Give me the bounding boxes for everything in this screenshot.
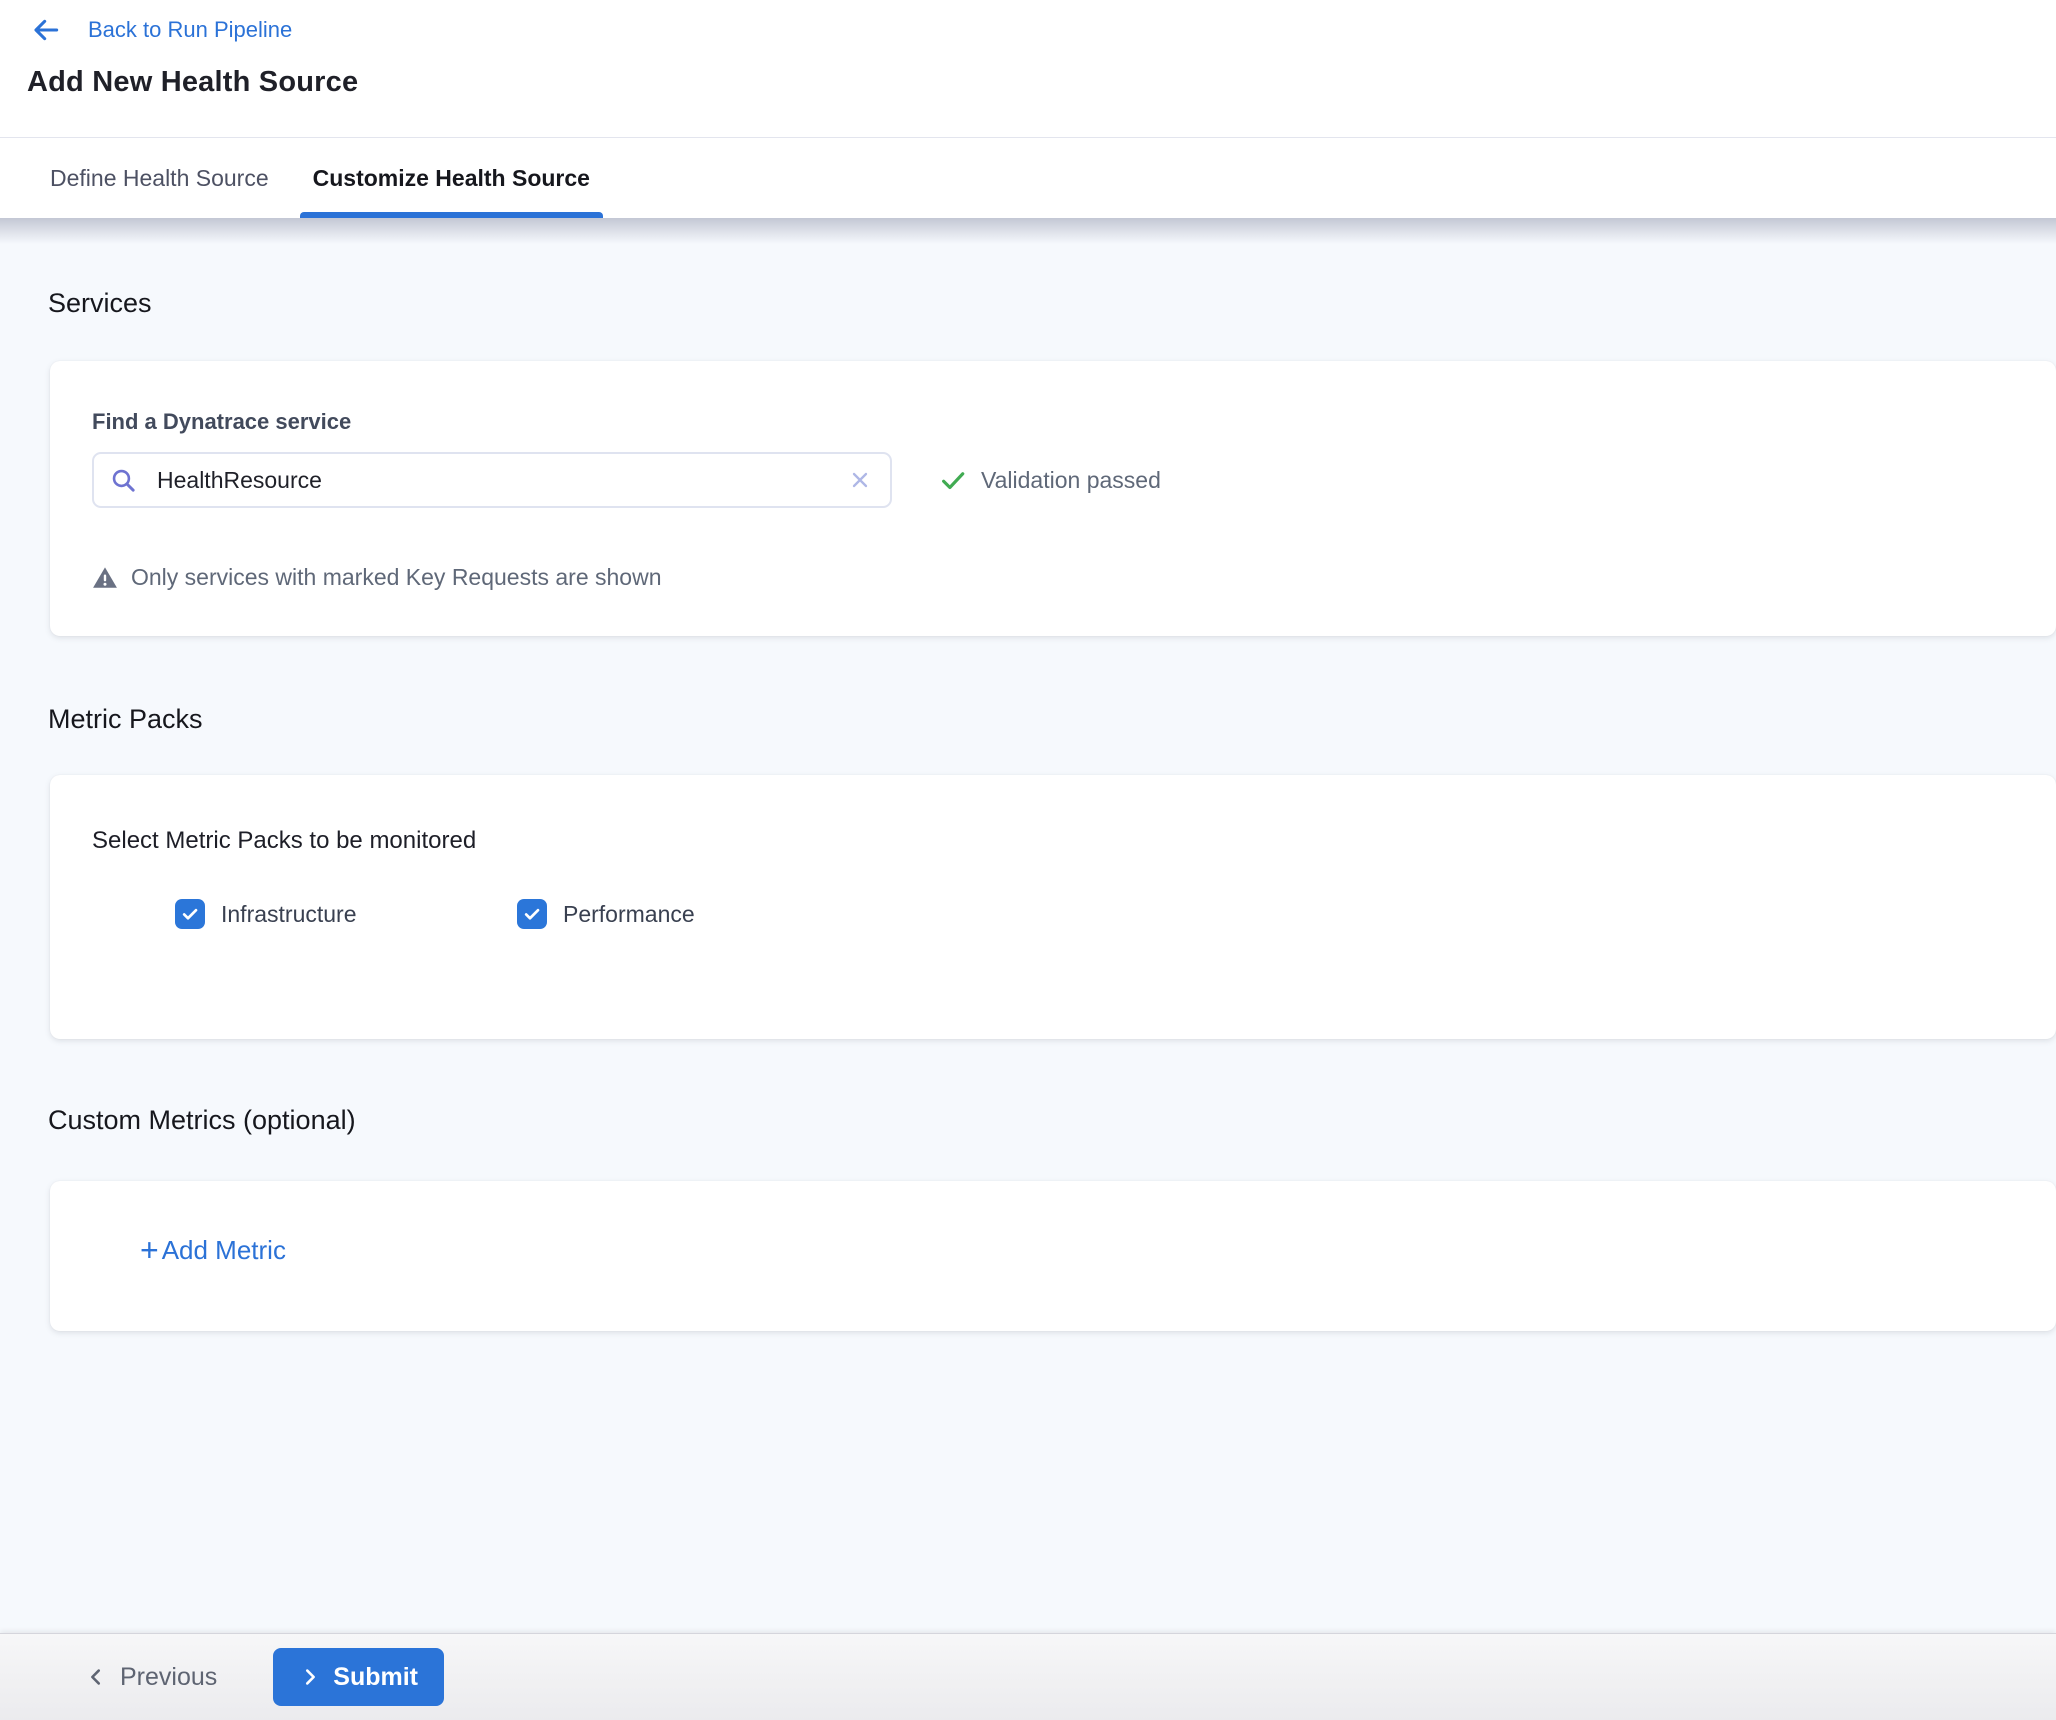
back-link-label: Back to Run Pipeline (88, 17, 292, 43)
plus-icon: + (140, 1234, 159, 1266)
custom-metrics-card: + Add Metric (50, 1181, 2056, 1331)
tab-bar: Define Health Source Customize Health So… (0, 138, 2056, 218)
custom-metrics-heading: Custom Metrics (optional) (48, 1105, 2056, 1136)
metric-packs-heading: Metric Packs (48, 704, 2056, 735)
check-icon (938, 465, 968, 495)
services-card: Find a Dynatrace service (50, 361, 2056, 636)
previous-label: Previous (120, 1663, 217, 1692)
service-search-row: Validation passed (92, 452, 2056, 508)
warning-text: Only services with marked Key Requests a… (131, 564, 662, 591)
warning-icon (92, 565, 118, 591)
chevron-right-icon (299, 1666, 321, 1688)
submit-button[interactable]: Submit (273, 1648, 444, 1706)
service-search-label: Find a Dynatrace service (92, 409, 2056, 435)
submit-label: Submit (333, 1663, 418, 1692)
back-arrow-icon (30, 14, 62, 46)
previous-button[interactable]: Previous (85, 1663, 217, 1692)
metric-packs-card: Select Metric Packs to be monitored Infr… (50, 775, 2056, 1039)
chevron-left-icon (85, 1666, 107, 1688)
add-metric-label: Add Metric (162, 1235, 286, 1266)
metric-packs-options: Infrastructure Performance (92, 899, 2056, 929)
services-heading: Services (48, 218, 2056, 319)
validation-text: Validation passed (981, 467, 1161, 494)
metric-packs-subtitle: Select Metric Packs to be monitored (92, 827, 2056, 855)
add-metric-button[interactable]: + Add Metric (140, 1234, 286, 1266)
service-search-box[interactable] (92, 452, 892, 508)
back-link[interactable]: Back to Run Pipeline (0, 0, 292, 46)
checkbox-infrastructure[interactable]: Infrastructure (175, 899, 517, 929)
checkbox-label: Infrastructure (221, 901, 357, 928)
page-header: Back to Run Pipeline Add New Health Sour… (0, 0, 2056, 138)
search-icon (110, 467, 137, 494)
clear-search-icon[interactable] (848, 468, 872, 492)
page-title: Add New Health Source (27, 66, 2056, 99)
services-warning: Only services with marked Key Requests a… (92, 564, 2056, 591)
service-search-field[interactable] (157, 467, 840, 494)
footer-bar: Previous Submit (0, 1633, 2056, 1720)
checkbox-performance[interactable]: Performance (517, 899, 859, 929)
checkbox-label: Performance (563, 901, 695, 928)
tab-customize-health-source[interactable]: Customize Health Source (300, 138, 603, 218)
checkbox-checked-icon (517, 899, 547, 929)
validation-status: Validation passed (938, 465, 1161, 495)
checkbox-checked-icon (175, 899, 205, 929)
content-area: Services Find a Dynatrace service (0, 218, 2056, 1633)
tab-define-health-source[interactable]: Define Health Source (37, 138, 282, 218)
add-new-health-source-page: Back to Run Pipeline Add New Health Sour… (0, 0, 2056, 1720)
